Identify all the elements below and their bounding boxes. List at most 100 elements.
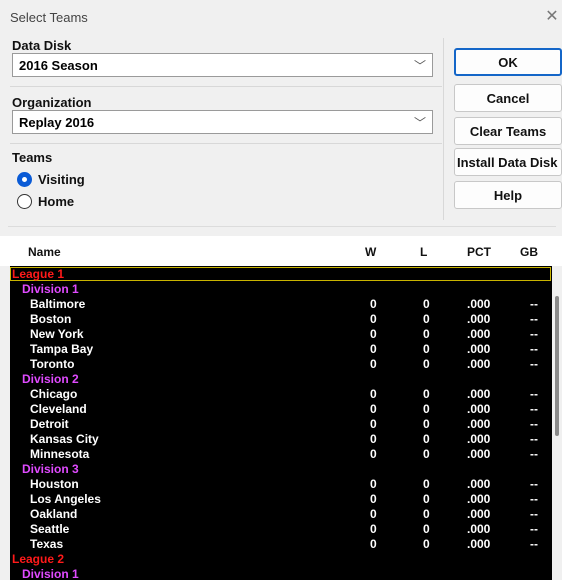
team-row[interactable]: Minnesota 0 0 .000 --: [10, 447, 550, 462]
organization-select[interactable]: Replay 2016 ﹀: [12, 110, 433, 134]
teams-label: Teams: [12, 150, 53, 165]
team-row[interactable]: Boston 0 0 .000 --: [10, 312, 550, 327]
cell-l: 0: [423, 522, 430, 536]
team-row[interactable]: Cleveland 0 0 .000 --: [10, 402, 550, 417]
team-row[interactable]: Tampa Bay 0 0 .000 --: [10, 342, 550, 357]
cell-w: 0: [370, 402, 377, 416]
cell-pct: .000: [467, 402, 491, 416]
cell-gb: --: [530, 297, 538, 311]
cell-pct: .000: [467, 342, 491, 356]
league-row: League 1: [10, 267, 551, 282]
division-row: Division 2: [10, 372, 550, 387]
division-name: Division 1: [22, 282, 79, 296]
team-row[interactable]: Kansas City 0 0 .000 --: [10, 432, 550, 447]
radio-visiting-label: Visiting: [38, 172, 85, 187]
team-name: Cleveland: [30, 402, 87, 416]
chevron-down-icon: ﹀: [413, 116, 426, 130]
cell-gb: --: [530, 477, 538, 491]
ok-button[interactable]: OK: [454, 48, 562, 76]
team-name: Houston: [30, 477, 79, 491]
data-disk-select[interactable]: 2016 Season ﹀: [12, 53, 433, 77]
team-name: Chicago: [30, 387, 78, 401]
team-row[interactable]: Seattle 0 0 .000 --: [10, 522, 550, 537]
league-row: League 2: [10, 552, 550, 567]
cell-pct: .000: [467, 297, 491, 311]
cell-gb: --: [530, 327, 538, 341]
cell-w: 0: [370, 477, 377, 491]
cell-gb: --: [530, 417, 538, 431]
cell-gb: --: [530, 312, 538, 326]
team-name: Toronto: [30, 357, 75, 371]
division-name: Division 1: [22, 567, 79, 580]
cell-w: 0: [370, 492, 377, 506]
cell-pct: .000: [467, 537, 491, 551]
team-row[interactable]: Oakland 0 0 .000 --: [10, 507, 550, 522]
header-pct[interactable]: PCT: [467, 245, 491, 259]
cell-pct: .000: [467, 387, 491, 401]
team-name: Seattle: [30, 522, 70, 536]
team-row[interactable]: Detroit 0 0 .000 --: [10, 417, 550, 432]
cell-w: 0: [370, 342, 377, 356]
cancel-button[interactable]: Cancel: [454, 84, 562, 112]
close-icon[interactable]: ✕: [542, 6, 562, 28]
team-name: Kansas City: [30, 432, 99, 446]
cell-w: 0: [370, 507, 377, 521]
clear-teams-button[interactable]: Clear Teams: [454, 117, 562, 145]
cell-pct: .000: [467, 522, 491, 536]
division-row: Division 3: [10, 462, 550, 477]
team-row[interactable]: New York 0 0 .000 --: [10, 327, 550, 342]
install-data-disk-button[interactable]: Install Data Disk: [454, 148, 562, 176]
radio-selected-icon: [17, 172, 32, 187]
header-name[interactable]: Name: [28, 245, 61, 259]
league-name: League 2: [12, 552, 65, 566]
data-disk-label: Data Disk: [12, 38, 72, 53]
league-name: League 1: [12, 267, 65, 281]
cell-l: 0: [423, 387, 430, 401]
cell-l: 0: [423, 492, 430, 506]
cell-w: 0: [370, 447, 377, 461]
cell-gb: --: [530, 387, 538, 401]
cell-w: 0: [370, 312, 377, 326]
team-name: New York: [30, 327, 84, 341]
team-name: Tampa Bay: [30, 342, 94, 356]
window-title: Select Teams: [10, 10, 88, 25]
radio-home[interactable]: Home: [17, 194, 74, 209]
division-name: Division 3: [22, 462, 79, 476]
cell-l: 0: [423, 357, 430, 371]
divider: [10, 86, 442, 87]
team-name: Oakland: [30, 507, 78, 521]
cell-l: 0: [423, 507, 430, 521]
scrollbar-thumb[interactable]: [555, 296, 559, 436]
cell-gb: --: [530, 522, 538, 536]
cell-l: 0: [423, 447, 430, 461]
scrollbar[interactable]: [552, 266, 562, 580]
team-name: Baltimore: [30, 297, 86, 311]
team-row[interactable]: Texas 0 0 .000 --: [10, 537, 550, 552]
organization-label: Organization: [12, 95, 92, 110]
cell-pct: .000: [467, 477, 491, 491]
team-name: Boston: [30, 312, 72, 326]
radio-home-label: Home: [38, 194, 75, 209]
cell-gb: --: [530, 432, 538, 446]
cell-l: 0: [423, 537, 430, 551]
team-row[interactable]: Houston 0 0 .000 --: [10, 477, 550, 492]
team-row[interactable]: Los Angeles 0 0 .000 --: [10, 492, 550, 507]
team-row[interactable]: Baltimore 0 0 .000 --: [10, 297, 550, 312]
radio-visiting[interactable]: Visiting: [17, 172, 85, 187]
cell-w: 0: [370, 417, 377, 431]
cell-pct: .000: [467, 357, 491, 371]
cell-gb: --: [530, 402, 538, 416]
cell-l: 0: [423, 342, 430, 356]
header-w[interactable]: W: [365, 245, 376, 259]
help-button[interactable]: Help: [454, 181, 562, 209]
standings-list[interactable]: League 1 Division 1 Baltimore 0 0.000 -- Bosto…: [10, 266, 562, 580]
cell-gb: --: [530, 447, 538, 461]
cell-gb: --: [530, 492, 538, 506]
team-row[interactable]: Toronto 0 0 .000 --: [10, 357, 550, 372]
division-row: Division 1: [10, 567, 550, 580]
header-gb[interactable]: GB: [520, 245, 538, 259]
cell-pct: .000: [467, 327, 491, 341]
team-row[interactable]: Chicago 0 0 .000 --: [10, 387, 550, 402]
division-row: Division 1: [10, 282, 550, 297]
header-l[interactable]: L: [420, 245, 427, 259]
